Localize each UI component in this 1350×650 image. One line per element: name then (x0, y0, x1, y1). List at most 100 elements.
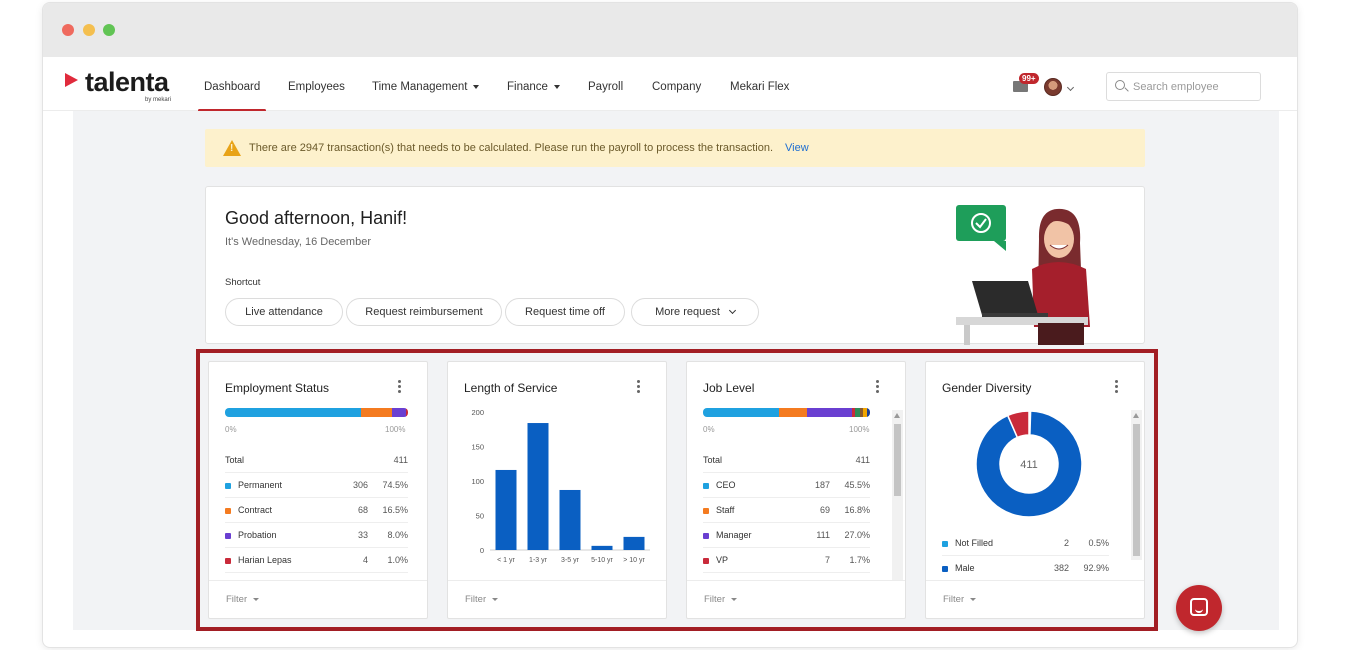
job-level-card: Job Level 0% 100% Total 411 CEO 187 45.5% S… (686, 361, 906, 619)
nav-item-mekari-flex[interactable]: Mekari Flex (730, 57, 789, 111)
nav-item-payroll[interactable]: Payroll (588, 57, 623, 111)
employment-status-stacked-bar (225, 408, 408, 417)
alert-message: There are 2947 transaction(s) that needs… (249, 142, 774, 154)
more-options-icon[interactable] (637, 380, 640, 393)
talenta-logo[interactable]: talenta by mekari (65, 67, 185, 103)
legend-percent: 1.7% (849, 555, 870, 565)
total-row: Total 411 (225, 448, 408, 473)
caret-down-icon (970, 597, 977, 601)
stacked-bar-segment[interactable] (391, 408, 407, 417)
bar-1-3-yr[interactable] (527, 423, 549, 550)
window-titlebar (43, 3, 1297, 57)
legend-count: 382 (1053, 563, 1069, 573)
legend-count: 69 (819, 505, 830, 515)
maximize-window-button[interactable] (103, 24, 115, 36)
gender-diversity-card: Gender Diversity 411 Not Filled 2 0.5% Male… (925, 361, 1145, 619)
more-request-label: More request (655, 306, 720, 318)
caret-down-icon (731, 597, 738, 601)
gender-scrollbar[interactable] (1131, 410, 1142, 560)
live-attendance-label: Live attendance (245, 306, 323, 318)
nav-item-dashboard[interactable]: Dashboard (197, 57, 267, 112)
legend-row: Staff 69 16.8% (703, 498, 870, 523)
filter-dropdown[interactable]: Filter (465, 594, 499, 605)
legend-swatch (703, 483, 709, 489)
close-window-button[interactable] (62, 24, 74, 36)
legend-label: Permanent (238, 480, 283, 490)
x-tick-label: 5-10 yr (591, 557, 613, 564)
request-time-off-button[interactable]: Request time off (505, 298, 625, 326)
legend-count: 111 (816, 530, 830, 540)
scrollbar-thumb[interactable] (1133, 424, 1140, 556)
filter-dropdown[interactable]: Filter (226, 594, 260, 605)
legend-row: VP 7 1.7% (703, 548, 870, 573)
payroll-alert: There are 2947 transaction(s) that needs… (205, 129, 1145, 167)
legend-percent: 8.0% (387, 530, 408, 540)
scrollbar-thumb[interactable] (894, 424, 901, 496)
chevron-down-icon[interactable] (1066, 83, 1075, 92)
y-tick-label: 0 (480, 546, 484, 555)
alert-view-link[interactable]: View (785, 142, 809, 154)
total-row: Total 411 (703, 448, 870, 473)
caret-down-icon (492, 597, 499, 601)
greeting-panel: Good afternoon, Hanif! It's Wednesday, 1… (205, 186, 1145, 345)
legend-label: CEO (716, 480, 736, 490)
length-of-service-bar-chart: 0 50 100 150 200 < 1 yr 1-3 yr 3-5 yr 5-10 yr > 1… (471, 408, 650, 564)
caret-down-icon (473, 84, 480, 89)
x-tick-label: 1-3 yr (529, 557, 548, 564)
legend-row: Contract 68 16.5% (225, 498, 408, 523)
more-options-icon[interactable] (1115, 380, 1118, 393)
legend-swatch (225, 533, 231, 539)
legend-row: Male 382 92.9% (942, 556, 1109, 581)
legend-label: Probation (238, 530, 277, 540)
y-tick-label: 100 (471, 477, 484, 486)
nav-item-employees[interactable]: Employees (288, 57, 345, 111)
stacked-bar-segment[interactable] (778, 408, 808, 417)
card-footer: Filter (926, 580, 1144, 618)
browser-window: talenta by mekari Dashboard Employees Time… (42, 2, 1298, 648)
bar-3-5-yr[interactable] (559, 489, 581, 550)
dashboard-content: There are 2947 transaction(s) that needs… (73, 111, 1279, 631)
scroll-up-icon[interactable] (1133, 413, 1139, 418)
job-level-scrollbar[interactable] (892, 410, 903, 580)
top-navbar: talenta by mekari Dashboard Employees Time… (43, 57, 1297, 112)
stacked-bar-segment[interactable] (361, 408, 392, 417)
stacked-bar-segment[interactable] (807, 408, 853, 417)
total-label: Total (703, 455, 723, 465)
donut-center-total: 411 (1020, 459, 1038, 471)
x-tick-label: > 10 yr (623, 557, 645, 564)
stacked-bar-segment[interactable] (703, 408, 779, 417)
filter-label: Filter (704, 594, 726, 605)
more-options-icon[interactable] (876, 380, 879, 393)
chat-icon (1190, 598, 1208, 616)
stacked-bar-segment[interactable] (225, 408, 362, 417)
legend-label: Male (955, 563, 975, 573)
filter-dropdown[interactable]: Filter (943, 594, 977, 605)
scroll-up-icon[interactable] (894, 413, 900, 418)
live-attendance-button[interactable]: Live attendance (225, 298, 343, 326)
more-request-button[interactable]: More request (631, 298, 759, 326)
request-reimbursement-button[interactable]: Request reimbursement (346, 298, 502, 326)
pct-min-label: 0% (703, 425, 715, 434)
nav-item-company[interactable]: Company (652, 57, 701, 111)
legend-swatch (703, 508, 709, 514)
stacked-bar-segment[interactable] (866, 408, 870, 417)
bar--1-yr[interactable] (495, 469, 517, 550)
legend-count: 4 (362, 555, 368, 565)
nav-item-time-management[interactable]: Time Management (372, 57, 480, 111)
y-tick-label: 150 (471, 443, 484, 452)
legend-swatch (225, 508, 231, 514)
user-avatar[interactable] (1044, 78, 1062, 96)
bar-5-10-yr[interactable] (591, 545, 613, 550)
greeting-date: It's Wednesday, 16 December (225, 236, 371, 248)
bar--10-yr[interactable] (623, 536, 645, 550)
stacked-bar-segment[interactable] (406, 408, 408, 417)
more-options-icon[interactable] (398, 380, 401, 393)
legend-swatch (225, 558, 231, 564)
minimize-window-button[interactable] (83, 24, 95, 36)
nav-item-finance[interactable]: Finance (507, 57, 560, 111)
filter-dropdown[interactable]: Filter (704, 594, 738, 605)
legend-swatch (942, 541, 948, 547)
chat-support-button[interactable] (1176, 585, 1222, 631)
legend-count: 68 (357, 505, 368, 515)
search-input[interactable] (1133, 73, 1258, 100)
